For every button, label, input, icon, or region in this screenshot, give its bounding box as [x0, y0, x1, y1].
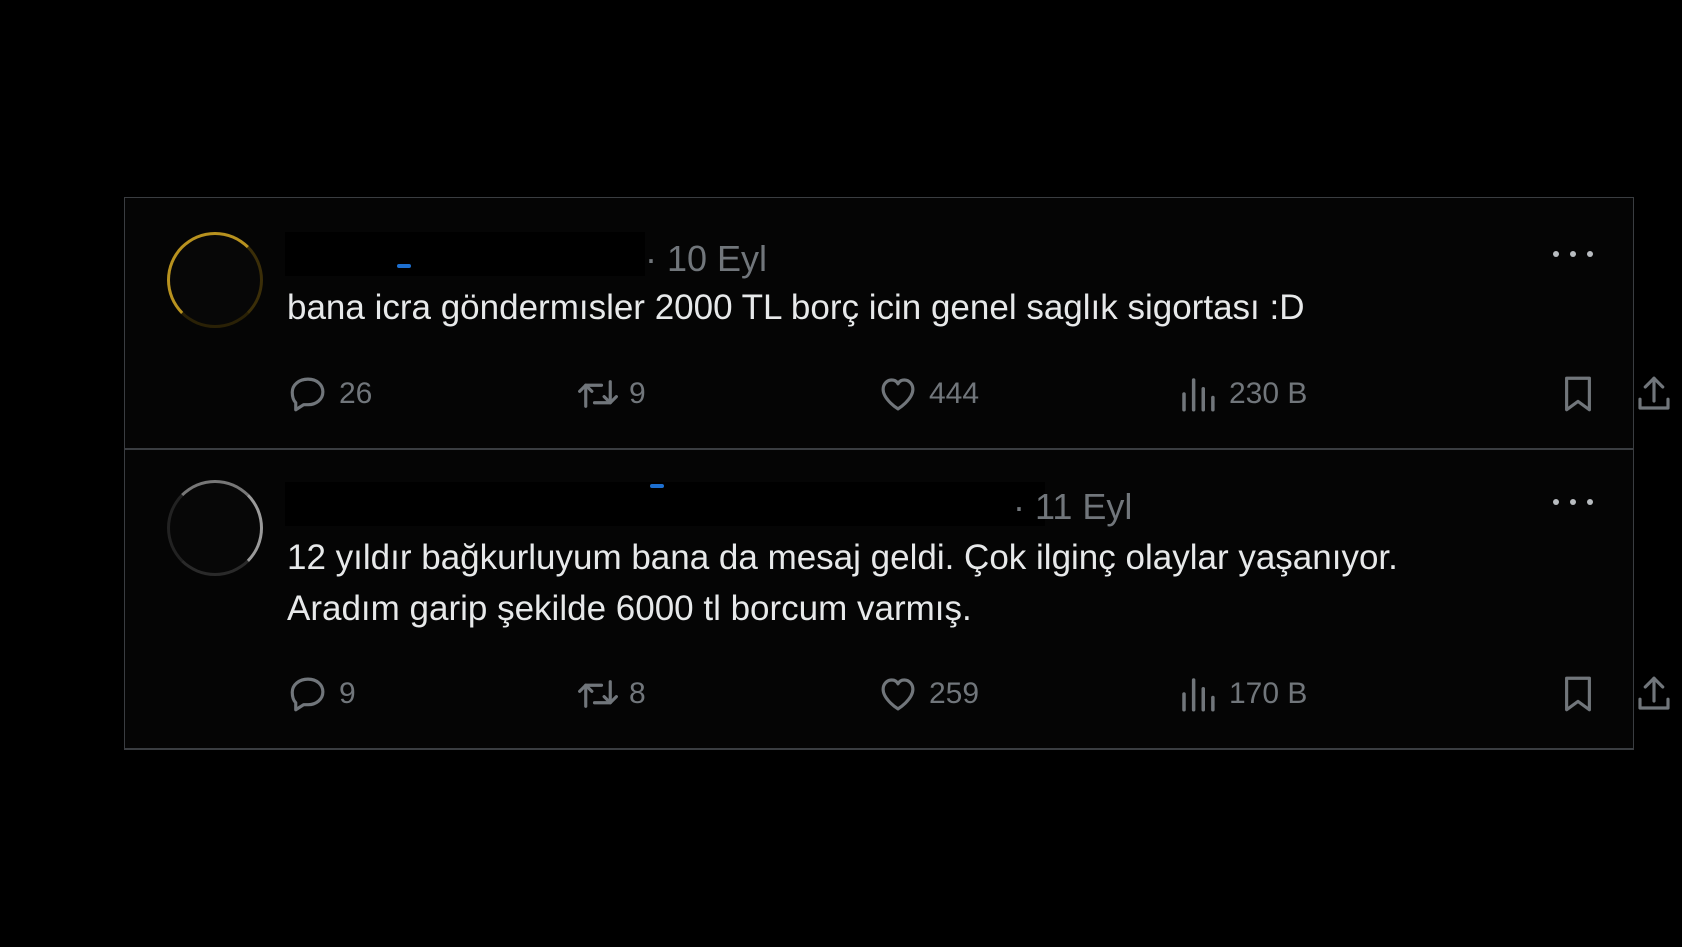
tweet-text: bana icra göndermısler 2000 TL borç icin…: [287, 288, 1305, 327]
verified-badge-fragment: [397, 264, 411, 268]
tweet-date[interactable]: · 11 Eyl: [1013, 486, 1132, 528]
retweet-button[interactable]: 8: [577, 672, 646, 716]
avatar[interactable]: [167, 480, 263, 576]
heart-icon: [881, 678, 915, 711]
views-button[interactable]: 170 B: [1177, 672, 1307, 716]
like-count: 259: [929, 677, 980, 710]
bookmark-icon: [1565, 676, 1591, 712]
tweet-actions: 9 8 259 170 B: [287, 672, 1670, 716]
reply-button[interactable]: 26: [287, 372, 372, 416]
view-count: 170 B: [1229, 677, 1308, 710]
views-icon: [1182, 678, 1215, 712]
redacted-username: [285, 232, 645, 276]
like-count: 444: [929, 377, 980, 410]
retweet-button[interactable]: 9: [577, 372, 646, 416]
retweet-count: 8: [629, 677, 646, 710]
retweet-icon: [578, 380, 618, 408]
share-icon: [1638, 376, 1670, 410]
tweet-text: 12 yıldır bağkurluyum bana da mesaj geld…: [287, 538, 1398, 628]
more-options-button[interactable]: [1553, 242, 1593, 266]
more-icon: [1553, 499, 1559, 505]
tweet-actions: 26 9 444 230 B: [287, 372, 1670, 416]
share-icon: [1638, 676, 1670, 710]
avatar[interactable]: [167, 232, 263, 328]
tweet[interactable]: · 10 Eyl bana icra göndermısler 2000 TL …: [125, 198, 1670, 450]
more-options-button[interactable]: [1553, 490, 1593, 514]
bookmark-icon: [1565, 376, 1591, 412]
views-button[interactable]: 230 B: [1177, 372, 1307, 416]
retweet-count: 9: [629, 377, 646, 410]
like-button[interactable]: 259: [877, 672, 979, 716]
view-count: 230 B: [1229, 377, 1308, 410]
like-button[interactable]: 444: [877, 372, 979, 416]
reply-count: 26: [339, 377, 373, 410]
tweet-feed: · 10 Eyl bana icra göndermısler 2000 TL …: [124, 197, 1670, 750]
share-button[interactable]: [1633, 372, 1675, 416]
more-icon: [1553, 251, 1559, 257]
heart-icon: [881, 378, 915, 411]
reply-icon: [290, 377, 325, 412]
reply-icon: [290, 677, 325, 712]
tweet[interactable]: · 11 Eyl 12 yıldır bağkurluyum bana da m…: [125, 450, 1670, 750]
bookmark-button[interactable]: [1557, 672, 1599, 716]
share-button[interactable]: [1633, 672, 1675, 716]
bookmark-button[interactable]: [1557, 372, 1599, 416]
reply-count: 9: [339, 677, 356, 710]
retweet-icon: [578, 680, 618, 708]
reply-button[interactable]: 9: [287, 672, 356, 716]
verified-badge-fragment: [650, 484, 664, 488]
redacted-username: [285, 482, 1045, 526]
tweet-date[interactable]: · 10 Eyl: [645, 238, 767, 280]
views-icon: [1182, 378, 1215, 412]
